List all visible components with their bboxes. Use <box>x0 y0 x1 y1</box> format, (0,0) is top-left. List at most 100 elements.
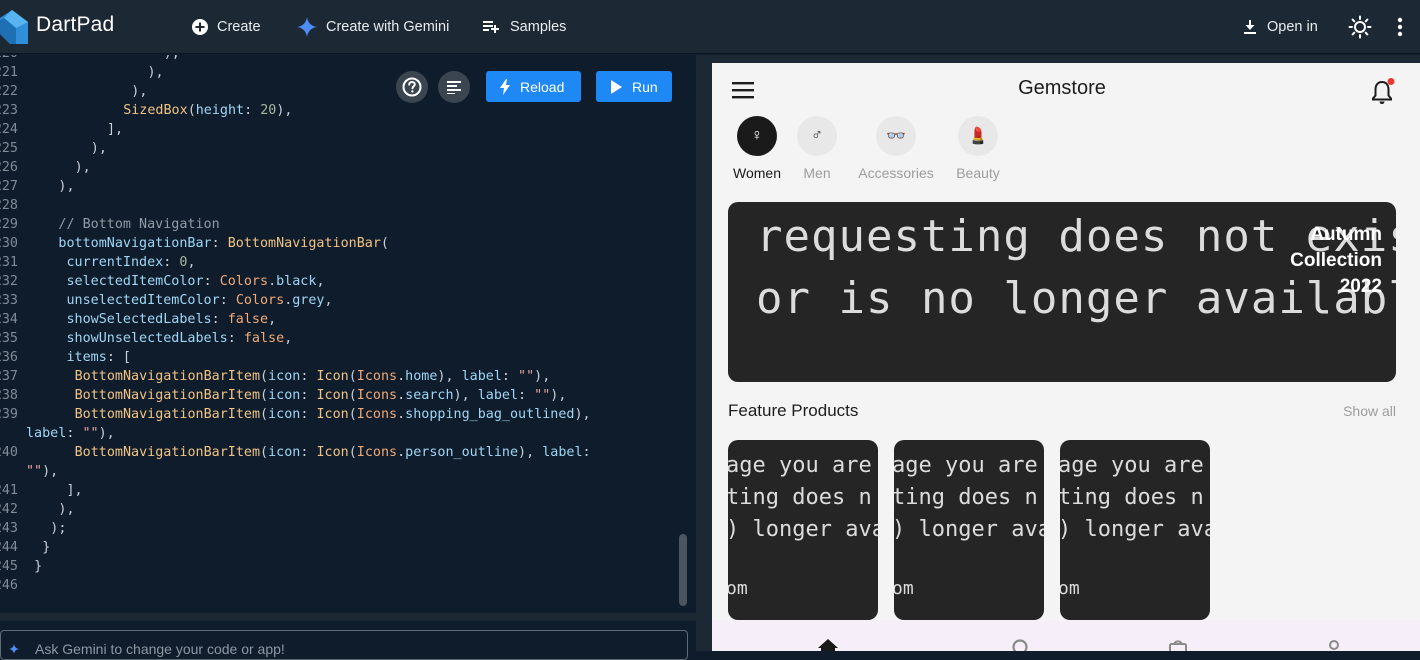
product-card[interactable]: age you are ting does n ) longer ava om <box>728 440 878 620</box>
code-text[interactable]: ), <box>58 500 74 519</box>
line-number: 230 <box>0 236 18 251</box>
run-label: Run <box>632 78 658 95</box>
category-label: Beauty <box>956 165 1000 181</box>
line-number: 244 <box>0 540 18 555</box>
product-card[interactable]: age you are ting does n ) longer ava om <box>894 440 1044 620</box>
code-text[interactable]: ), <box>91 139 107 158</box>
code-text[interactable]: BottomNavigationBarItem(icon: Icon(Icons… <box>75 405 591 424</box>
line-number: 220 <box>0 55 18 63</box>
code-text[interactable]: unselectedItemColor: Colors.grey, <box>67 291 333 310</box>
line-number: 232 <box>0 274 18 289</box>
line-number: 231 <box>0 255 18 270</box>
code-text[interactable]: ""), <box>26 462 58 481</box>
code-text[interactable]: ); <box>50 519 66 538</box>
code-text[interactable]: ], <box>67 481 83 500</box>
app-preview: Gemstore ♀ Women ♂ Men 👓 Accessories 💄 B… <box>712 63 1420 651</box>
playlist-add-icon <box>483 21 499 33</box>
category-accessories[interactable]: 👓 Accessories <box>851 116 941 181</box>
code-editor[interactable]: 220), 221), 222), 223 SizedBox(height: 20), 2… <box>0 55 696 613</box>
line-number: 238 <box>0 388 18 403</box>
line-number: 239 <box>0 407 18 422</box>
product-image-error-text: age you are ting does n ) longer ava <box>1060 453 1210 542</box>
create-button[interactable]: Create <box>192 14 261 40</box>
code-text[interactable]: ), <box>75 158 91 177</box>
gemini-prompt-input[interactable] <box>35 641 635 657</box>
more-vertical-icon <box>1397 17 1403 37</box>
code-text[interactable]: ), <box>131 82 147 101</box>
code-text[interactable]: bottomNavigationBar: BottomNavigationBar… <box>58 234 389 253</box>
code-text[interactable]: } <box>34 557 42 576</box>
line-number: 241 <box>0 483 18 498</box>
line-number: 222 <box>0 84 18 99</box>
home-icon[interactable] <box>816 637 840 651</box>
theme-toggle-button[interactable] <box>1347 14 1373 40</box>
notification-dot <box>1387 78 1395 85</box>
line-number: 246 <box>0 578 18 593</box>
line-number: 240 <box>0 445 18 460</box>
line-number: 237 <box>0 369 18 384</box>
download-icon <box>1244 20 1256 34</box>
create-label: Create <box>217 19 261 35</box>
category-label: Men <box>803 165 831 181</box>
category-label: Accessories <box>858 165 934 181</box>
panel-resize-handle[interactable] <box>696 55 706 651</box>
search-icon[interactable] <box>1010 637 1034 651</box>
product-image-error-text: age you are ting does n ) longer ava <box>894 453 1044 542</box>
women-icon: ♀ <box>737 116 777 156</box>
code-text[interactable]: showSelectedLabels: false, <box>67 310 277 329</box>
dart-logo-icon <box>0 10 28 44</box>
reload-label: Reload <box>520 78 565 95</box>
create-with-gemini-button[interactable]: Create with Gemini <box>297 14 449 40</box>
product-card[interactable]: age you are ting does n ) longer ava om <box>1060 440 1210 620</box>
code-text[interactable]: label: ""), <box>26 424 115 443</box>
code-text[interactable]: items: [ <box>67 348 132 367</box>
top-bar: DartPad Create Create with Gemini Sample… <box>0 0 1420 54</box>
gemini-sparkle-icon <box>297 17 317 37</box>
code-text[interactable]: } <box>42 538 50 557</box>
open-in-label: Open in <box>1267 19 1318 35</box>
code-text[interactable]: showUnselectedLabels: false, <box>67 329 293 348</box>
samples-button[interactable]: Samples <box>483 14 566 40</box>
editor-scrollbar[interactable] <box>679 534 687 606</box>
run-button[interactable]: Run <box>596 71 672 102</box>
notification-bell-icon[interactable] <box>1370 77 1396 105</box>
gemini-label: Create with Gemini <box>326 19 450 35</box>
code-text[interactable]: BottomNavigationBarItem(icon: Icon(Icons… <box>75 443 591 462</box>
code-text[interactable]: ), <box>164 55 180 63</box>
line-number: 223 <box>0 103 18 118</box>
open-in-button[interactable]: Open in <box>1242 14 1318 40</box>
code-text[interactable]: selectedItemColor: Colors.black, <box>67 272 325 291</box>
line-number: 245 <box>0 559 18 574</box>
gemini-prompt-box[interactable] <box>0 630 688 660</box>
reload-button[interactable]: Reload <box>486 71 581 102</box>
help-button[interactable] <box>396 71 428 103</box>
product-image-error-tail: om <box>894 578 914 599</box>
line-number: 229 <box>0 217 18 232</box>
shopping-bag-icon[interactable] <box>1166 637 1190 651</box>
bolt-icon <box>500 78 510 95</box>
format-code-button[interactable] <box>438 71 470 103</box>
help-circle-icon <box>402 77 422 97</box>
code-text[interactable]: BottomNavigationBarItem(icon: Icon(Icons… <box>75 386 567 405</box>
code-text[interactable]: SizedBox(height: 20), <box>123 101 292 120</box>
samples-label: Samples <box>510 19 567 35</box>
collection-banner[interactable]: requesting does not exist or is no longe… <box>728 202 1396 382</box>
app-brand: DartPad <box>36 13 115 36</box>
code-text[interactable]: // Bottom Navigation <box>58 215 219 234</box>
play-icon <box>611 79 622 94</box>
code-text[interactable]: ), <box>148 63 164 82</box>
category-men[interactable]: ♂ Men <box>772 116 862 181</box>
code-text[interactable]: ), <box>58 177 74 196</box>
category-beauty[interactable]: 💄 Beauty <box>933 116 1023 181</box>
more-menu-button[interactable] <box>1387 14 1413 40</box>
code-text[interactable]: BottomNavigationBarItem(icon: Icon(Icons… <box>75 367 551 386</box>
code-text[interactable]: currentIndex: 0, <box>67 253 196 272</box>
app-title: Gemstore <box>1018 77 1106 99</box>
editor-prompt-divider <box>0 613 700 621</box>
line-number: 224 <box>0 122 18 137</box>
person-icon[interactable] <box>1322 637 1346 651</box>
show-all-link[interactable]: Show all <box>1343 403 1396 419</box>
line-number: 243 <box>0 521 18 536</box>
code-text[interactable]: ], <box>107 120 123 139</box>
men-icon: ♂ <box>797 116 837 156</box>
